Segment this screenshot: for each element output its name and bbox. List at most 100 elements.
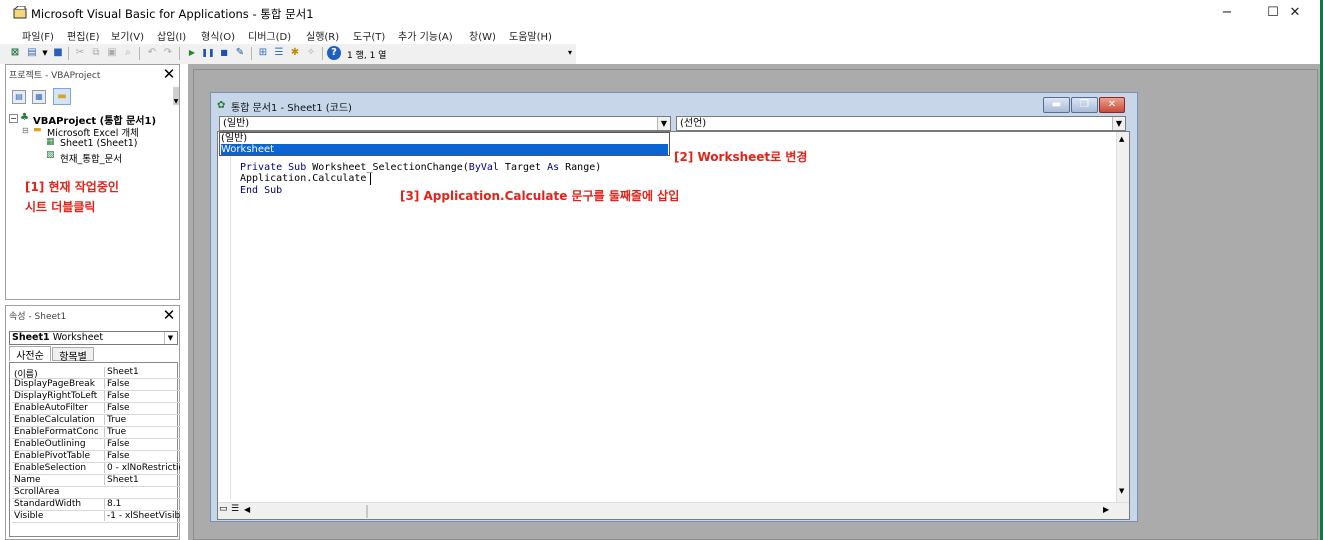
chevron-down-icon: ▼ [657,117,670,130]
property-row[interactable]: EnablePivotTable False [12,451,180,463]
chevron-down-icon[interactable]: ▼ [38,46,52,60]
dropdown-item-worksheet[interactable]: Worksheet [221,144,668,155]
paste-icon[interactable]: ▣ [105,46,119,60]
help-icon[interactable]: ? [327,46,341,60]
tree-sheet1[interactable]: Sheet1 (Sheet1) [60,138,137,149]
tree-folder[interactable]: Microsoft Excel 개체 [47,125,139,139]
property-value[interactable]: Sheet1 [104,475,180,485]
view-code-icon[interactable]: ▤ [12,90,26,104]
property-row[interactable]: (이름) Sheet1 [12,367,180,380]
menu-edit[interactable]: 편집(E) [67,28,100,43]
property-value[interactable]: 8.1 [104,499,180,509]
menu-tools[interactable]: 도구(T) [353,28,385,43]
property-row[interactable]: EnableCalculation True [12,415,180,427]
dropdown-item-general[interactable]: (일반) [221,133,668,144]
workbook-icon: ▧ [46,150,55,160]
menu-insert[interactable]: 삽입(I) [157,28,186,43]
property-name: StandardWidth [14,499,82,509]
scroll-up-icon[interactable]: ▲ [1119,135,1124,143]
property-name: EnableSelection [14,463,87,473]
procedure-combo[interactable]: (선언) ▼ [676,116,1126,131]
property-row[interactable]: DisplayRightToLeft False [12,391,180,403]
minimize-button[interactable]: − [1204,0,1250,26]
code-close-button[interactable]: ✕ [1099,97,1125,113]
code-line-2: Application.Calculate [240,173,367,184]
run-icon[interactable]: ▶ [185,46,199,60]
view-object-icon[interactable]: ▦ [32,90,46,104]
property-row[interactable]: EnableOutlining False [12,439,180,451]
property-row[interactable]: EnableFormatCond True [12,427,180,439]
title-bar: Microsoft Visual Basic for Applications … [0,0,1323,26]
object-type: Worksheet [52,332,104,343]
property-value[interactable]: 0 - xlNoRestrictio [104,463,180,473]
property-name: Visible [14,511,44,521]
project-close-icon[interactable]: ✕ [162,67,176,82]
property-row[interactable]: EnableSelection 0 - xlNoRestrictio [12,463,180,475]
property-row[interactable]: DisplayPageBreak False [12,379,180,391]
menu-view[interactable]: 보기(V) [111,28,144,43]
menu-file[interactable]: 파일(F) [22,28,54,43]
collapse-root-icon[interactable]: − [9,114,18,123]
property-row[interactable]: Name Sheet1 [12,475,180,487]
menu-addins[interactable]: 추가 기능(A) [398,28,453,43]
full-module-view-icon[interactable]: ☰ [231,504,239,514]
menu-run[interactable]: 실행(R) [306,28,339,43]
folder-icon: ▬ [33,125,42,135]
annotation-1-line1: [1] 현재 작업중인 [25,180,119,194]
cut-icon[interactable]: ✂ [73,46,87,60]
toggle-folders-icon[interactable]: ▬ [53,88,71,105]
scroll-right-icon[interactable]: ▶ [1103,505,1109,514]
property-row[interactable]: EnableAutoFilter False [12,403,180,415]
code-window-title: 통합 문서1 - Sheet1 (코드) [231,103,352,114]
property-value[interactable]: -1 - xlSheetVisib [104,511,180,521]
design-mode-icon[interactable]: ✎ [233,46,247,60]
toolbox-icon[interactable]: ✧ [304,46,318,60]
code-minimize-button[interactable]: ▬ [1043,97,1070,113]
property-value[interactable]: False [104,439,180,449]
tab-categorized[interactable]: 항목별 [52,347,94,363]
redo-icon[interactable]: ↷ [161,46,175,60]
save-icon[interactable]: ■ [51,46,65,60]
tree-workbook[interactable]: 현재_통합_문서 [60,151,122,165]
vertical-scrollbar[interactable]: ▲ ▼ [1116,132,1129,502]
code-restore-button[interactable]: ❐ [1071,97,1098,113]
procedure-view-icon[interactable]: ▭ [219,504,228,514]
tab-alphabetic[interactable]: 사전순 [9,346,51,362]
property-value[interactable]: True [104,427,180,437]
close-button[interactable]: ✕ [1272,0,1318,26]
break-icon[interactable]: ❚❚ [201,46,215,60]
reset-icon[interactable]: ■ [217,46,231,60]
object-browser-icon[interactable]: ✱ [288,46,302,60]
properties-close-icon[interactable]: ✕ [162,308,176,323]
property-value[interactable]: False [104,391,180,401]
find-icon[interactable]: ⌕ [121,46,135,60]
undo-icon[interactable]: ↶ [145,46,159,60]
menu-format[interactable]: 형식(O) [201,28,235,43]
properties-window: 속성 - Sheet1 ✕ Sheet1 Worksheet ▼ 사전순 항목별… [5,305,180,540]
collapse-folder-icon[interactable]: ⊟ [22,126,29,135]
property-name: DisplayRightToLeft [14,391,98,401]
menu-help[interactable]: 도움말(H) [509,28,552,43]
property-value[interactable]: True [104,415,180,425]
project-explorer-icon[interactable]: ⊞ [256,46,270,60]
property-value[interactable]: Sheet1 [104,367,180,377]
object-combo[interactable]: (일반) ▼ [219,116,671,131]
toolbar-options-icon[interactable]: ▾ [568,48,572,57]
horizontal-scrollbar[interactable]: ▭ ☰ ◀ ▶ [218,502,1129,519]
project-scrollbar[interactable]: ▼ [173,87,179,105]
excel-view-icon[interactable]: ⊠ [8,46,22,60]
object-select[interactable]: Sheet1 Worksheet ▼ [9,331,178,345]
scroll-down-icon[interactable]: ▼ [1119,487,1124,495]
scroll-left-icon[interactable]: ◀ [244,505,250,514]
properties-window-icon[interactable]: ☰ [272,46,286,60]
property-row[interactable]: Visible -1 - xlSheetVisib [12,511,180,523]
insert-module-icon[interactable]: ▤ [25,46,39,60]
property-value[interactable]: False [104,451,180,461]
menu-window[interactable]: 창(W) [469,28,496,43]
property-value[interactable]: False [104,379,180,389]
property-row[interactable]: StandardWidth 8.1 [12,499,180,511]
property-value[interactable]: False [104,403,180,413]
menu-debug[interactable]: 디버그(D) [248,28,291,43]
copy-icon[interactable]: ⧉ [89,46,103,60]
property-row[interactable]: ScrollArea [12,487,180,499]
